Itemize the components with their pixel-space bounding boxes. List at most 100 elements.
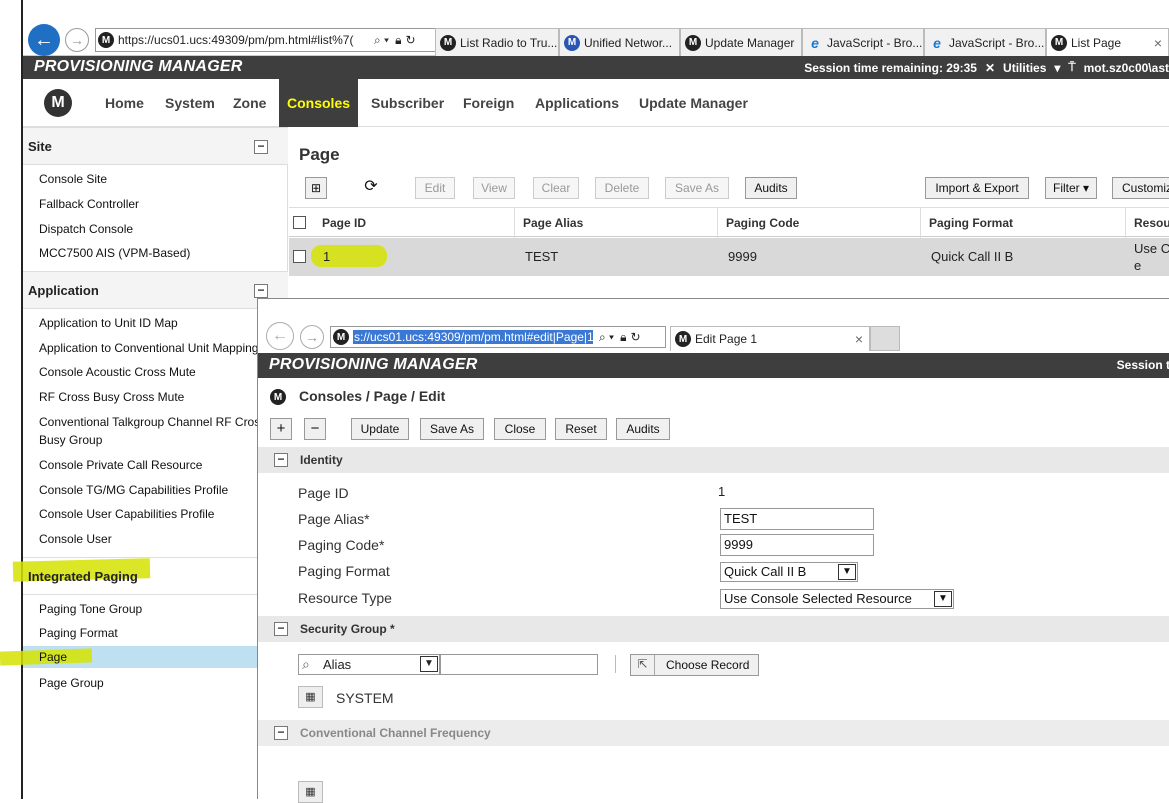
sidebar-item-mcc7500[interactable]: MCC7500 AIS (VPM-Based) [39, 244, 279, 262]
audits-button[interactable]: Audits [616, 418, 670, 440]
paging-format-select[interactable]: Quick Call II B ▼ [720, 562, 858, 582]
motorola-logo-icon[interactable]: M [44, 89, 72, 117]
nav-system[interactable]: System [157, 79, 223, 127]
motorola-icon: M [1051, 34, 1067, 51]
save-as-button[interactable]: Save As [665, 177, 729, 199]
sidebar-item-page-group[interactable]: Page Group [39, 674, 279, 692]
chevron-down-icon[interactable]: ▼ [934, 591, 952, 607]
reset-button[interactable]: Reset [555, 418, 607, 440]
forward-arrow-icon[interactable]: → [65, 28, 89, 52]
nav-zone[interactable]: Zone [225, 79, 274, 127]
nav-home[interactable]: Home [97, 79, 152, 127]
close-icon[interactable]: × [855, 331, 863, 347]
column-page-alias[interactable]: Page Alias [514, 208, 717, 238]
sidebar-item-user-profile[interactable]: Console User Capabilities Profile [39, 505, 279, 523]
sidebar-item-console-site[interactable]: Console Site [39, 170, 279, 188]
sidebar-item-fallback-controller[interactable]: Fallback Controller [39, 195, 279, 213]
row-checkbox[interactable] [293, 250, 306, 263]
user-name[interactable]: mot.sz0c00\ast [1084, 61, 1169, 75]
conventional-section-header[interactable]: − Conventional Channel Frequency [258, 720, 1169, 746]
refresh-icon[interactable]: ↻ [631, 330, 641, 344]
browser-tab-active[interactable]: M Edit Page 1 × [670, 326, 870, 351]
search-field-select[interactable]: ⌕ Alias ▼ [298, 654, 440, 675]
sidebar-item-paging-format[interactable]: Paging Format [39, 624, 279, 642]
delete-button[interactable]: Delete [595, 177, 649, 199]
back-arrow-icon[interactable]: ← [28, 24, 60, 56]
column-paging-code[interactable]: Paging Code [717, 208, 920, 238]
identity-section-header[interactable]: − Identity [258, 447, 1169, 473]
column-resource[interactable]: Resou [1125, 208, 1169, 238]
close-button[interactable]: Close [494, 418, 546, 440]
search-input[interactable] [440, 654, 598, 675]
save-as-button[interactable]: Save As [420, 418, 484, 440]
table-row[interactable]: 1 TEST 9999 Quick Call II B Use C e [289, 238, 1169, 276]
remove-icon[interactable]: − [304, 418, 326, 440]
sidebar-item-rf-cross-busy[interactable]: RF Cross Busy Cross Mute [39, 388, 279, 406]
chevron-down-icon[interactable]: ▾ [1054, 61, 1060, 75]
resource-type-select[interactable]: Use Console Selected Resource ▼ [720, 589, 954, 609]
refresh-icon[interactable]: ⟳ [359, 177, 383, 199]
import-export-button[interactable]: Import & Export [925, 177, 1029, 199]
browser-tab[interactable]: e JavaScript - Bro... [924, 28, 1046, 56]
address-bar[interactable]: M https://ucs01.ucs:49309/pm/pm.html#lis… [95, 28, 453, 52]
sidebar-item-acoustic-cross-mute[interactable]: Console Acoustic Cross Mute [39, 363, 279, 381]
add-record-icon[interactable]: ⊞ [305, 177, 327, 199]
address-bar[interactable]: M s://ucs01.ucs:49309/pm/pm.html#edit|Pa… [330, 326, 666, 348]
nav-update-manager[interactable]: Update Manager [631, 79, 756, 127]
grid-icon[interactable]: ▦ [298, 686, 323, 708]
sidebar-item-app-conv-unit[interactable]: Application to Conventional Unit Mapping [39, 339, 279, 357]
search-icon[interactable]: ⌕ ▾ [374, 33, 389, 48]
sidebar-item-page-label[interactable]: Page [39, 648, 279, 666]
sidebar-item-tgmg-profile[interactable]: Console TG/MG Capabilities Profile [39, 481, 279, 499]
utilities-menu[interactable]: Utilities [1003, 61, 1046, 75]
page-alias-field[interactable]: TEST [720, 508, 874, 530]
sidebar-item-paging-tone-group[interactable]: Paging Tone Group [39, 600, 279, 618]
browser-tab[interactable]: M List Radio to Tru... [435, 28, 559, 56]
sidebar-item-app-unit-id[interactable]: Application to Unit ID Map [39, 314, 279, 332]
paging-code-field[interactable]: 9999 [720, 534, 874, 556]
clear-button[interactable]: Clear [533, 177, 579, 199]
edit-button[interactable]: Edit [415, 177, 455, 199]
back-arrow-icon[interactable]: ← [266, 322, 294, 350]
refresh-icon[interactable]: ↻ [406, 33, 416, 47]
audits-button[interactable]: Audits [745, 177, 797, 199]
nav-foreign[interactable]: Foreign [455, 79, 522, 127]
column-page-id[interactable]: Page ID [311, 208, 514, 238]
nav-consoles[interactable]: Consoles [279, 79, 359, 127]
sidebar-item-conv-tg-rf[interactable]: Conventional Talkgroup Channel RF Cross … [39, 413, 279, 449]
sidebar-item-private-call[interactable]: Console Private Call Resource [39, 456, 279, 474]
sidebar-section-application[interactable]: Application − [23, 271, 288, 309]
browser-tab-active[interactable]: M List Page × [1046, 28, 1169, 56]
grid-icon[interactable]: ▦ [298, 781, 323, 803]
browser-tab[interactable]: M Unified Networ... [559, 28, 680, 56]
new-tab-button[interactable] [870, 326, 900, 351]
nav-applications[interactable]: Applications [527, 79, 627, 127]
customize-button[interactable]: Customiz [1112, 177, 1169, 199]
update-button[interactable]: Update [351, 418, 409, 440]
collapse-icon[interactable]: − [254, 140, 268, 154]
chevron-down-icon[interactable]: ▼ [838, 564, 856, 580]
column-paging-format[interactable]: Paging Format [920, 208, 1123, 238]
sidebar-section-site[interactable]: Site − [23, 127, 288, 165]
search-icon[interactable]: ⌕ ▾ [599, 330, 614, 345]
select-all-checkbox[interactable] [293, 216, 306, 229]
sidebar-item-console-user[interactable]: Console User [39, 530, 279, 548]
filter-button[interactable]: Filter ▾ [1045, 177, 1097, 199]
chevron-down-icon[interactable]: ▼ [420, 656, 438, 672]
list-panel: Page ⊞ ⟳ Edit View Clear Delete Save As … [289, 127, 1169, 299]
collapse-icon[interactable]: − [274, 622, 288, 636]
view-button[interactable]: View [473, 177, 515, 199]
add-icon[interactable]: + [270, 418, 292, 440]
collapse-icon[interactable]: − [274, 453, 288, 467]
select-value: Alias [323, 657, 352, 672]
collapse-icon[interactable]: − [274, 726, 288, 740]
forward-arrow-icon[interactable]: → [300, 325, 324, 349]
browser-tab[interactable]: e JavaScript - Bro... [802, 28, 924, 56]
collapse-icon[interactable]: − [254, 284, 268, 298]
browser-tab[interactable]: M Update Manager [680, 28, 802, 56]
sidebar-item-dispatch-console[interactable]: Dispatch Console [39, 220, 279, 238]
sidebar-section-integrated-paging[interactable]: Integrated Paging [23, 557, 288, 595]
close-icon[interactable]: × [1154, 35, 1162, 51]
security-section-header[interactable]: − Security Group * [258, 616, 1169, 642]
nav-subscriber[interactable]: Subscriber [363, 79, 452, 127]
